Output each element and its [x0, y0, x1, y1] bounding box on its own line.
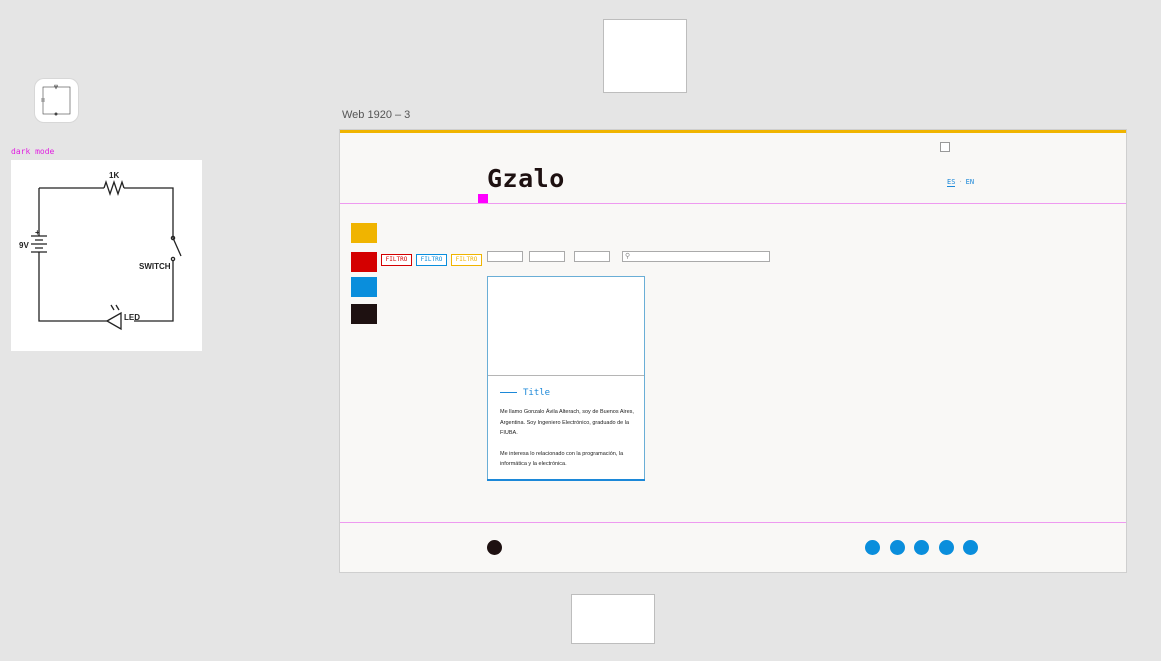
lang-separator: · — [958, 178, 963, 186]
card-paragraph-1: Me llamo Gonzalo Ávila Alterach, soy de … — [500, 409, 634, 436]
brand-title[interactable]: Gzalo — [487, 164, 565, 193]
card-title-row: Title — [500, 388, 550, 398]
project-card[interactable]: Title Me llamo Gonzalo Ávila Alterach, s… — [487, 276, 645, 481]
swatch-dark[interactable] — [351, 304, 377, 324]
circuit-icon — [41, 84, 71, 116]
wire-bottom-left — [38, 252, 107, 322]
title-dash — [500, 392, 517, 393]
lang-en-link[interactable]: EN — [966, 178, 974, 186]
switch-label: SWITCH — [139, 262, 171, 271]
search-input[interactable]: ⚲ — [622, 251, 770, 262]
filter-button-red[interactable]: FILTRO — [381, 254, 412, 266]
filter-button-yellow[interactable]: FILTRO — [451, 254, 482, 266]
social-dot-1[interactable] — [865, 540, 880, 555]
social-dot-3[interactable] — [914, 540, 929, 555]
card-paragraph-2: Me interesa lo relacionado con la progra… — [500, 450, 624, 468]
wire-top-right — [124, 187, 174, 238]
social-dot-5[interactable] — [963, 540, 978, 555]
card-title: Title — [523, 388, 551, 398]
led-symbol — [105, 311, 122, 331]
social-dot-2[interactable] — [890, 540, 905, 555]
input-box-1[interactable] — [487, 251, 523, 262]
frame-top-accent — [340, 130, 1126, 133]
card-image — [488, 277, 644, 376]
circuit-diagram[interactable]: 1K 9V + SWITCH LED — [11, 160, 202, 351]
app-icon[interactable] — [35, 79, 78, 122]
swatch-blue[interactable] — [351, 277, 377, 297]
swatch-yellow[interactable] — [351, 223, 377, 243]
frame-title[interactable]: Web 1920 – 3 — [342, 109, 410, 121]
led-label: LED — [124, 313, 140, 322]
card-bottom-border — [487, 479, 645, 481]
led-arrows — [110, 304, 120, 311]
switch-symbol — [172, 237, 182, 257]
guide-line-top — [340, 203, 1126, 204]
battery-label: 9V — [19, 241, 29, 250]
language-switcher: ES · EN — [947, 178, 974, 187]
swatch-red[interactable] — [351, 252, 377, 272]
card-body: Me llamo Gonzalo Ávila Alterach, soy de … — [500, 407, 640, 470]
input-box-2[interactable] — [529, 251, 565, 262]
resistor-label: 1K — [109, 171, 119, 180]
battery-plus: + — [35, 228, 40, 237]
footer-dot-dark[interactable] — [487, 540, 502, 555]
guide-line-bottom — [340, 522, 1126, 523]
artboard-label[interactable]: dark mode — [11, 147, 54, 156]
artboard-thumbnail-top — [603, 19, 687, 93]
search-icon: ⚲ — [625, 253, 631, 260]
web-frame[interactable]: Gzalo ES · EN FILTRO FILTRO FILTRO ⚲ Title… — [339, 129, 1127, 573]
input-box-3[interactable] — [574, 251, 610, 262]
lang-es-link[interactable]: ES — [947, 178, 956, 187]
battery-symbol — [31, 235, 47, 253]
header-checkbox[interactable] — [940, 142, 950, 152]
filter-button-blue[interactable]: FILTRO — [416, 254, 447, 266]
artboard-thumbnail-bottom — [571, 594, 655, 644]
social-dot-4[interactable] — [939, 540, 954, 555]
resistor-symbol — [103, 179, 125, 197]
